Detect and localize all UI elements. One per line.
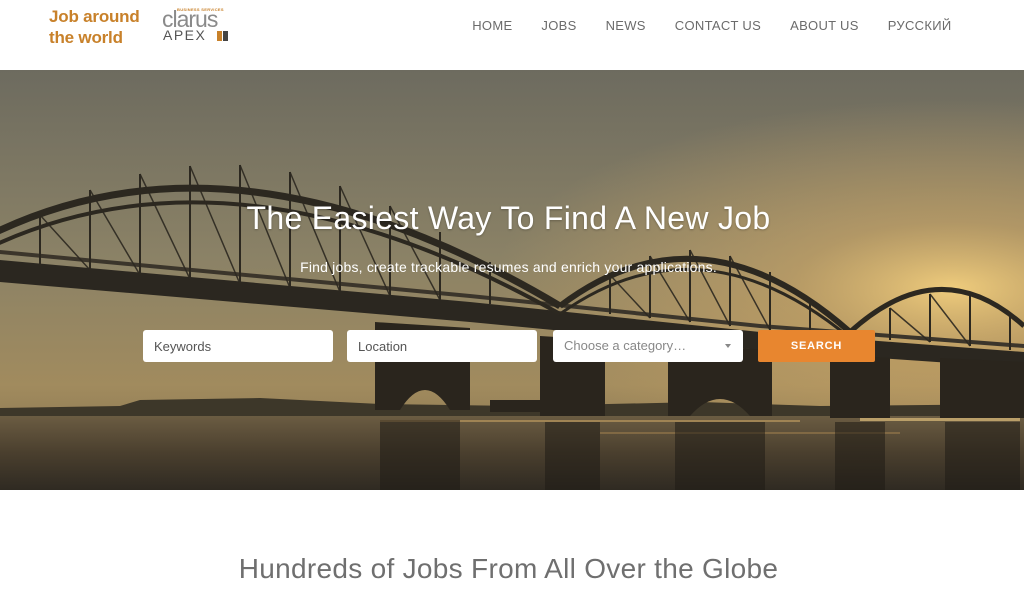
site-header: Job around the world BUSINESS SERVICES c… bbox=[0, 0, 1024, 70]
partner-logo[interactable]: BUSINESS SERVICES clarus APEX bbox=[161, 7, 231, 47]
nav-news[interactable]: NEWS bbox=[591, 18, 660, 34]
nav-russian[interactable]: РУССКИЙ bbox=[873, 18, 966, 34]
nav-about-us[interactable]: ABOUT US bbox=[776, 18, 874, 34]
partner-logo-word2: APEX bbox=[163, 27, 207, 43]
hero-subtitle: Find jobs, create trackable resumes and … bbox=[300, 259, 717, 275]
hero-banner: The Easiest Way To Find A New Job Find j… bbox=[0, 70, 1024, 490]
category-select-value: Choose a category… bbox=[564, 338, 687, 353]
partner-logo-square-orange bbox=[217, 31, 222, 41]
nav-contact-us[interactable]: CONTACT US bbox=[660, 18, 775, 34]
main-nav: HOME JOBS NEWS CONTACT US ABOUT US РУССК… bbox=[458, 18, 966, 34]
site-logo-line2: the world bbox=[49, 28, 123, 47]
category-select[interactable]: Choose a category… bbox=[553, 330, 743, 362]
site-logo-line1: Job around bbox=[49, 7, 140, 26]
hero-title: The Easiest Way To Find A New Job bbox=[246, 200, 771, 236]
hero-background-image bbox=[0, 70, 1024, 490]
nav-home[interactable]: HOME bbox=[458, 18, 527, 34]
location-input[interactable] bbox=[347, 330, 537, 362]
partner-logo-square-dark bbox=[223, 31, 228, 41]
nav-jobs[interactable]: JOBS bbox=[527, 18, 591, 34]
keywords-input[interactable] bbox=[143, 330, 333, 362]
section-title: Hundreds of Jobs From All Over the Globe bbox=[238, 553, 779, 584]
chevron-down-icon bbox=[725, 344, 731, 348]
site-logo[interactable]: Job around the world bbox=[49, 6, 154, 48]
search-button[interactable]: SEARCH bbox=[758, 330, 875, 362]
